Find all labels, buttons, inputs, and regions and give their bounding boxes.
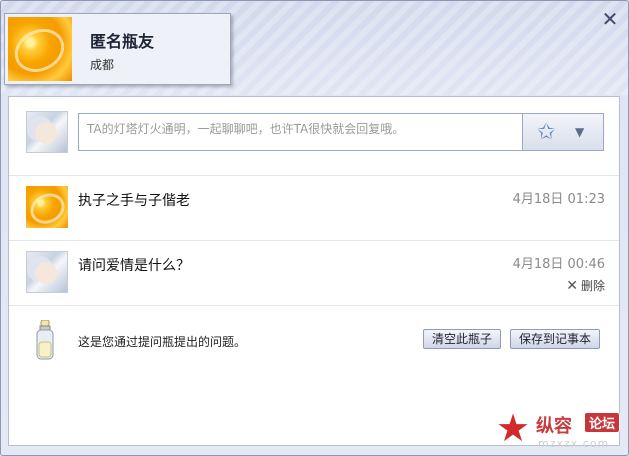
- clear-bottle-button[interactable]: 清空此瓶子: [423, 329, 502, 349]
- bottle-dialog: ✕ 匿名瓶友 成都 TA的灯塔灯火通明，一起聊聊吧，也许TA很快就会回复哦。 ✩…: [0, 0, 629, 456]
- close-icon: ✕: [566, 278, 578, 294]
- profile-avatar: [8, 17, 72, 81]
- save-notebook-button[interactable]: 保存到记事本: [510, 329, 601, 349]
- delete-button[interactable]: ✕ 删除: [566, 277, 605, 294]
- message-avatar: [26, 186, 68, 228]
- close-icon[interactable]: ✕: [600, 9, 620, 29]
- message-row: 请问爱情是什么？ 4月18日 00:46 ✕ 删除: [9, 240, 619, 306]
- footer-note: 这是您通过提问瓶提出的问题。: [78, 335, 247, 349]
- profile-card: 匿名瓶友 成都: [4, 13, 231, 85]
- reply-input[interactable]: TA的灯塔灯火通明，一起聊聊吧，也许TA很快就会回复哦。: [78, 113, 522, 151]
- chevron-down-icon[interactable]: ▼: [575, 125, 584, 139]
- message-avatar: [26, 251, 68, 293]
- magic-star-icon: ✩: [537, 120, 556, 145]
- message-time: 4月18日 01:23: [512, 192, 605, 207]
- watermark-url: mzxzx.com: [538, 437, 610, 450]
- message-text: 执子之手与子偕老: [78, 193, 190, 209]
- message-time: 4月18日 00:46: [512, 257, 605, 272]
- message-row: 执子之手与子偕老 4月18日 01:23: [9, 175, 619, 241]
- watermark-title: 纵容: [536, 416, 572, 437]
- send-button[interactable]: ✩ ▼: [522, 113, 604, 151]
- conversation-panel: TA的灯塔灯火通明，一起聊聊吧，也许TA很快就会回复哦。 ✩ ▼ 执子之手与子偕…: [8, 96, 620, 446]
- my-avatar: [26, 111, 68, 153]
- site-watermark: ★ 纵容 论坛 mzxzx.com: [496, 408, 628, 454]
- delete-label: 删除: [580, 279, 605, 293]
- profile-city: 成都: [90, 58, 115, 72]
- watermark-badge: 论坛: [584, 412, 621, 433]
- message-text: 请问爱情是什么？: [78, 258, 190, 274]
- watermark-star-icon: ★: [496, 406, 531, 450]
- composer: TA的灯塔灯火通明，一起聊聊吧，也许TA很快就会回复哦。 ✩ ▼: [9, 97, 619, 175]
- bottle-icon: [36, 320, 54, 360]
- profile-name: 匿名瓶友: [90, 32, 155, 51]
- bottle-footer: 这是您通过提问瓶提出的问题。 清空此瓶子 保存到记事本: [9, 305, 619, 376]
